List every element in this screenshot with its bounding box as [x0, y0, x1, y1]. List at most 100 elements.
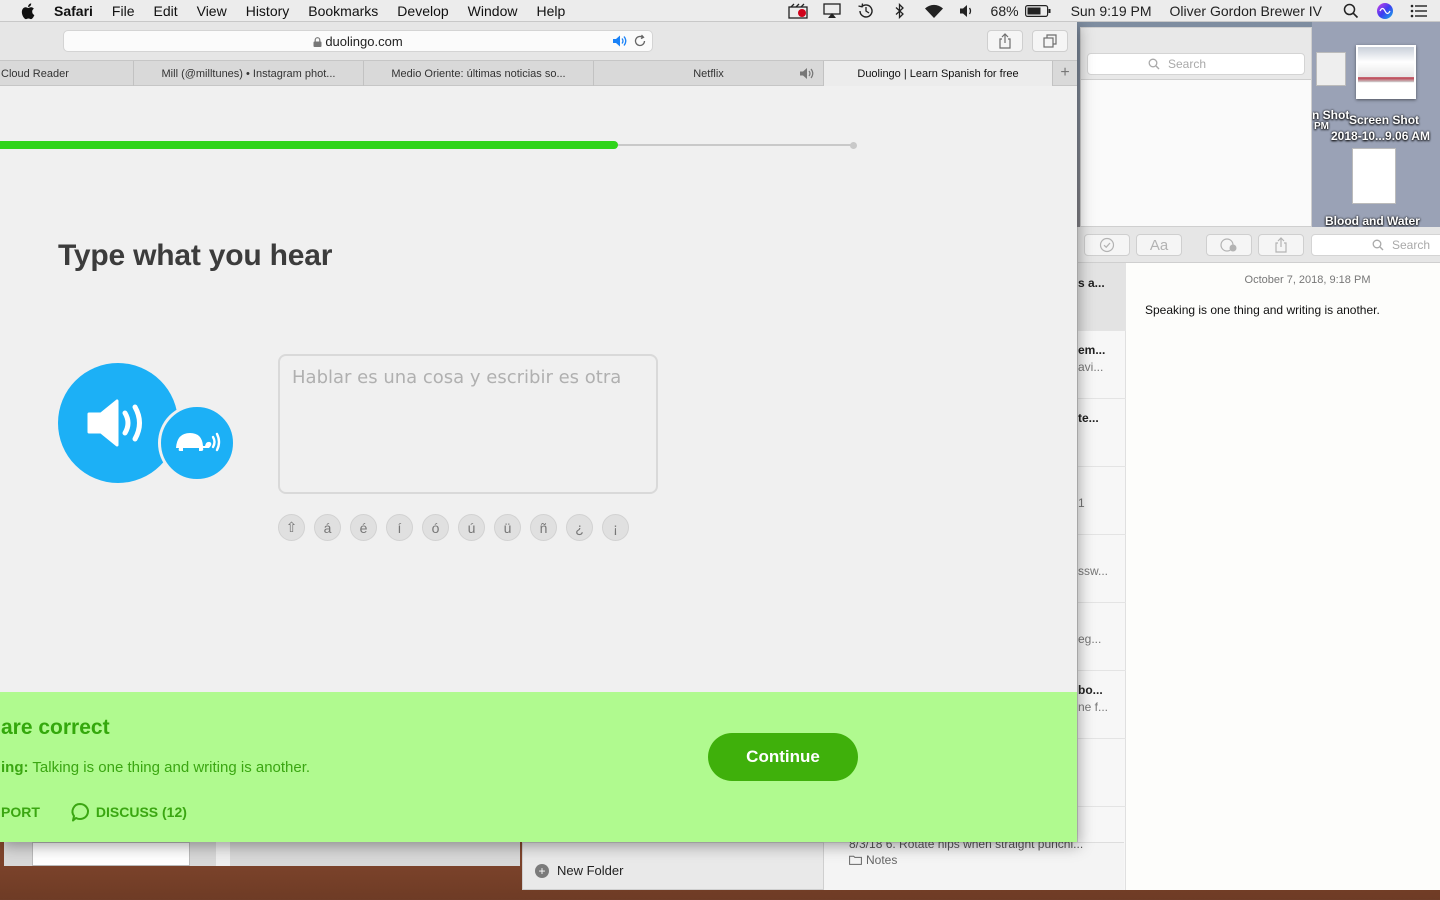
tab-cloud-reader[interactable]: Cloud Reader [0, 61, 134, 86]
accent-key-n-tilde[interactable]: ñ [530, 514, 557, 541]
speaker-icon [87, 399, 142, 447]
bluetooth-icon[interactable] [889, 2, 911, 20]
wifi-icon[interactable] [923, 2, 945, 20]
accent-key-u-acute[interactable]: ú [458, 514, 485, 541]
note-title: bo... [1078, 683, 1103, 697]
accent-key-o-acute[interactable]: ó [422, 514, 449, 541]
tab-instagram[interactable]: Mill (@milltunes) • Instagram phot... [134, 61, 364, 86]
note-list-item[interactable]: 1 [1078, 467, 1126, 535]
tab-audio-icon[interactable] [799, 67, 815, 80]
menu-view[interactable]: View [197, 3, 227, 19]
time-machine-icon[interactable] [855, 2, 877, 20]
accent-key-i-acute[interactable]: í [386, 514, 413, 541]
accent-key-inverted-question[interactable]: ¿ [566, 514, 593, 541]
note-list-item[interactable]: em... avi... [1078, 331, 1126, 399]
document-page-thumbnail[interactable] [32, 842, 190, 866]
checklist-icon [1099, 237, 1115, 253]
slow-audio-button[interactable] [158, 404, 236, 482]
desktop-screenshot-thumbnail[interactable] [1356, 45, 1416, 99]
tab-medio-oriente[interactable]: Medio Oriente: últimas noticias so... [364, 61, 594, 86]
menu-file[interactable]: File [112, 3, 135, 19]
siri-icon[interactable] [1374, 2, 1396, 20]
audio-playing-icon[interactable] [612, 34, 628, 48]
desktop-screenshot-label: Screen Shot [1349, 113, 1420, 127]
folder-icon [849, 855, 862, 865]
menu-history[interactable]: History [246, 3, 290, 19]
discuss-button[interactable]: DISCUSS (12) [70, 802, 187, 822]
duolingo-page: Type what you hear Hablar es una cosa y … [0, 86, 1077, 842]
continue-button[interactable]: Continue [708, 733, 858, 781]
note-list-item[interactable]: bo... ne f... [1078, 671, 1126, 739]
notes-list-peek: 8/3/18 6. Rotate hips when straight punc… [824, 837, 1124, 890]
share-icon [1275, 237, 1287, 253]
note-list-item[interactable]: eg... [1078, 603, 1126, 671]
tab-duolingo[interactable]: Duolingo | Learn Spanish for free [824, 61, 1053, 86]
show-all-tabs-button[interactable] [1032, 30, 1068, 52]
feedback-title: are correct [1, 716, 110, 739]
share-button[interactable] [1258, 234, 1304, 256]
notes-window: Aa Search s a... em... avi... te... 1 ssw… [1077, 227, 1440, 890]
volume-icon[interactable] [957, 2, 979, 20]
note-list-item[interactable] [1078, 739, 1126, 807]
menu-develop[interactable]: Develop [397, 3, 448, 19]
address-bar[interactable]: duolingo.com [63, 30, 653, 52]
accent-key-a-acute[interactable]: á [314, 514, 341, 541]
answer-textarea[interactable]: Hablar es una cosa y escribir es otra [278, 354, 658, 494]
menu-bar-clock[interactable]: Sun 9:19 PM [1071, 3, 1152, 19]
plus-circle-icon: + [535, 863, 549, 878]
finder-search-field[interactable]: Search [1087, 53, 1305, 75]
accent-key-inverted-exclamation[interactable]: ¡ [602, 514, 629, 541]
add-people-button[interactable] [1206, 234, 1252, 256]
battery-percentage[interactable]: 68% [991, 3, 1019, 19]
notes-toolbar: Aa Search [1078, 227, 1440, 263]
report-button[interactable]: PORT [1, 804, 40, 820]
new-folder-label: New Folder [557, 863, 624, 878]
checklist-button[interactable] [1084, 234, 1130, 256]
feedback-meaning-text: Talking is one thing and writing is anot… [32, 759, 311, 776]
apple-icon[interactable] [20, 2, 38, 20]
tab-netflix[interactable]: Netflix [594, 61, 824, 86]
menu-bookmarks[interactable]: Bookmarks [308, 3, 378, 19]
note-peek-folder: Notes [849, 853, 897, 867]
note-list-item[interactable]: ssw... [1078, 535, 1126, 603]
menu-window[interactable]: Window [468, 3, 518, 19]
desktop-file-partial[interactable] [1316, 52, 1346, 86]
address-bar-url: duolingo.com [64, 34, 652, 49]
feedback-meaning: ing: Talking is one thing and writing is… [1, 759, 310, 776]
share-button[interactable] [987, 30, 1023, 52]
note-list-item[interactable]: te... [1078, 399, 1126, 467]
airplay-icon[interactable] [821, 2, 843, 20]
menu-app-safari[interactable]: Safari [54, 3, 93, 19]
play-audio-button[interactable] [58, 363, 178, 483]
document-window-peek [4, 842, 520, 866]
battery-icon[interactable] [1024, 2, 1051, 20]
plus-icon: + [1060, 64, 1070, 81]
menu-bar-status-area: 68% Sun 9:19 PM Oliver Gordon Brewer IV [787, 0, 1440, 22]
note-date: October 7, 2018, 9:18 PM [1078, 274, 1440, 286]
desktop-file-partial-label-2: PM [1314, 121, 1329, 132]
lesson-progress-end [850, 142, 857, 149]
menu-bar-user[interactable]: Oliver Gordon Brewer IV [1170, 3, 1323, 19]
notes-search-field[interactable]: Search [1311, 234, 1440, 256]
document-page-thumbnail[interactable] [216, 842, 230, 866]
reload-icon[interactable] [633, 34, 647, 48]
menu-help[interactable]: Help [536, 3, 565, 19]
notification-center-icon[interactable] [1408, 2, 1430, 20]
new-tab-button[interactable]: + [1053, 61, 1077, 86]
note-body[interactable]: Speaking is one thing and writing is ano… [1145, 303, 1380, 317]
accent-key-shift[interactable]: ⇧ [278, 514, 305, 541]
notes-list: s a... em... avi... te... 1 ssw... eg... … [1078, 263, 1126, 890]
format-button[interactable]: Aa [1136, 234, 1182, 256]
new-folder-button[interactable]: + New Folder [535, 863, 623, 878]
accent-key-u-umlaut[interactable]: ü [494, 514, 521, 541]
menu-edit[interactable]: Edit [153, 3, 177, 19]
macos-menu-bar: Safari File Edit View History Bookmarks … [0, 0, 1440, 22]
turtle-icon [176, 432, 221, 452]
spotlight-icon[interactable] [1340, 2, 1362, 20]
accent-key-e-acute[interactable]: é [350, 514, 377, 541]
note-peek-folder-label: Notes [866, 853, 898, 867]
format-icon: Aa [1149, 236, 1169, 254]
desktop-document-thumbnail[interactable] [1352, 148, 1396, 204]
note-snippet: avi... [1078, 360, 1104, 374]
screen-recording-icon[interactable] [787, 2, 809, 20]
